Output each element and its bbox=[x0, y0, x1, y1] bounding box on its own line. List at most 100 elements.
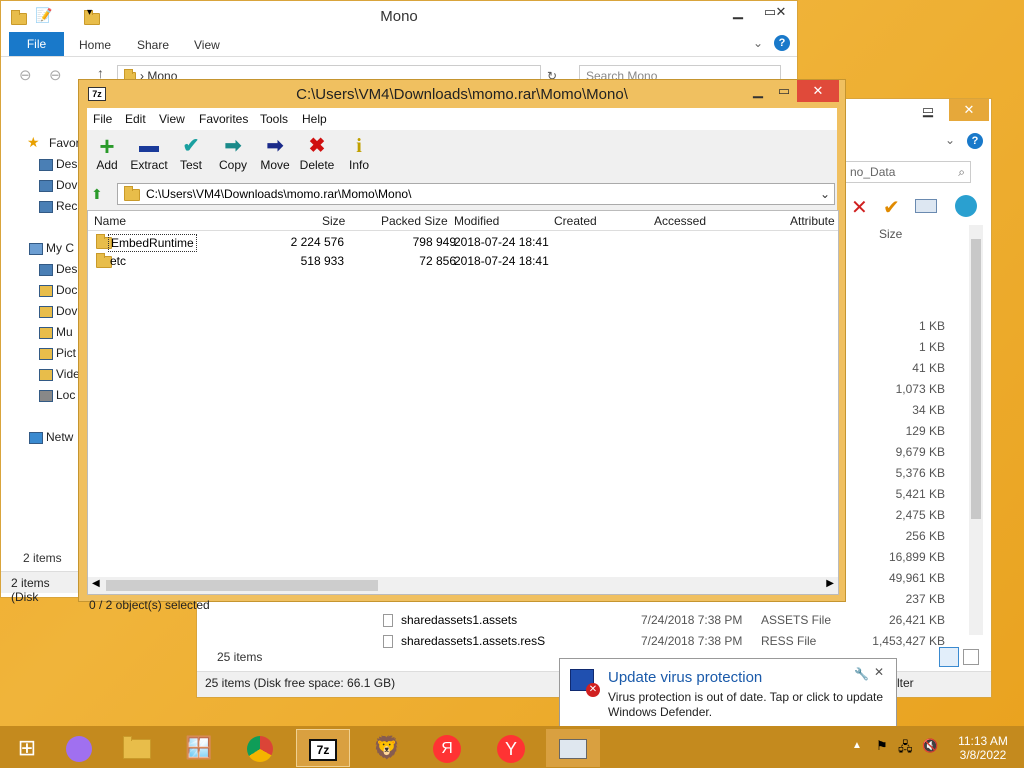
tab-share[interactable]: Share bbox=[137, 38, 169, 52]
maximize-button[interactable]: ▭ bbox=[769, 80, 799, 102]
column-header-size[interactable]: Size bbox=[322, 211, 345, 231]
windows-media-icon[interactable]: 🪟 bbox=[172, 729, 226, 767]
chevron-down-icon[interactable]: ⌄ bbox=[820, 184, 830, 204]
table-row[interactable]: sharedassets1.assets 7/24/2018 7:38 PM A… bbox=[197, 610, 991, 631]
scroll-right-icon[interactable]: ▶ bbox=[826, 578, 834, 589]
details-view-icon[interactable] bbox=[939, 647, 959, 667]
test-button[interactable]: ✔ Test bbox=[169, 134, 213, 172]
defender-notification[interactable]: ✕ Update virus protection Virus protecti… bbox=[559, 658, 897, 730]
sidebar-item-music[interactable]: Mu bbox=[39, 323, 73, 341]
brave-icon[interactable]: 🦁 bbox=[360, 729, 414, 767]
help-icon[interactable]: ? bbox=[967, 133, 983, 149]
start-button[interactable]: ⊞ bbox=[0, 729, 54, 767]
list-item[interactable]: etc 518 933 72 856 2018-07-24 18:41 bbox=[88, 252, 838, 271]
extract-label: Extract bbox=[130, 158, 168, 172]
copy-button[interactable]: ➡ Copy bbox=[211, 134, 255, 172]
horizontal-scrollbar[interactable]: ◀ ▶ bbox=[88, 577, 838, 594]
close-button[interactable]: ✕ bbox=[949, 99, 989, 121]
rename-icon[interactable] bbox=[915, 199, 937, 213]
sidebar-item-documents[interactable]: Doc bbox=[39, 281, 77, 299]
sidebar-item-desktop-2[interactable]: Des bbox=[39, 260, 77, 278]
tab-view[interactable]: View bbox=[194, 38, 220, 52]
menu-view[interactable]: View bbox=[159, 112, 185, 126]
expand-ribbon-icon[interactable]: ⌄ bbox=[753, 36, 763, 50]
sidebar-item-local-disk[interactable]: Loc bbox=[39, 386, 75, 404]
add-label: Add bbox=[96, 158, 118, 172]
expand-ribbon-icon[interactable]: ⌄ bbox=[945, 133, 955, 147]
file-date: 7/24/2018 7:38 PM bbox=[641, 613, 743, 627]
close-button[interactable]: ✕ bbox=[797, 80, 839, 102]
column-header-size[interactable]: Size bbox=[879, 227, 902, 241]
clock[interactable]: 11:13 AM 3/8/2022 bbox=[950, 734, 1016, 762]
extract-button[interactable]: ▬ Extract bbox=[127, 134, 171, 172]
copy-label: Copy bbox=[218, 158, 247, 172]
vertical-scrollbar[interactable] bbox=[969, 225, 983, 635]
menu-help[interactable]: Help bbox=[302, 112, 327, 126]
path-combobox[interactable]: C:\Users\VM4\Downloads\momo.rar\Momo\Mon… bbox=[117, 183, 835, 205]
size-cell: 237 KB bbox=[905, 592, 945, 606]
forward-icon[interactable]: ⊖ bbox=[49, 66, 62, 84]
move-button[interactable]: ➡ Move bbox=[253, 134, 297, 172]
status-text-right: lter bbox=[897, 676, 914, 690]
notification-title: Update virus protection bbox=[608, 669, 763, 686]
sidebar-item-downloads-2[interactable]: Dov bbox=[39, 302, 77, 320]
table-row[interactable]: sharedassets1.assets.resS 7/24/2018 7:38… bbox=[197, 631, 991, 652]
menu-tools[interactable]: Tools bbox=[260, 112, 288, 126]
checkmark-icon[interactable]: ✔ bbox=[883, 195, 900, 220]
chrome-icon[interactable] bbox=[233, 729, 287, 767]
settings-icon[interactable]: 🔧 bbox=[854, 667, 869, 681]
add-button[interactable]: + Add bbox=[85, 133, 129, 172]
column-header-accessed[interactable]: Accessed bbox=[654, 211, 706, 231]
menu-file[interactable]: File bbox=[93, 112, 112, 126]
clock-time: 11:13 AM bbox=[958, 734, 1008, 748]
network-tray-icon[interactable]: 🖧 bbox=[898, 738, 913, 760]
maximize-button[interactable]: ▭ bbox=[913, 99, 943, 121]
info-button[interactable]: i Info bbox=[337, 134, 381, 172]
globe-icon[interactable] bbox=[955, 195, 977, 217]
downloads-icon bbox=[39, 305, 53, 318]
volume-muted-icon[interactable]: 🔇 bbox=[922, 738, 938, 754]
column-header-packed-size[interactable]: Packed Size bbox=[381, 211, 448, 231]
column-header-attributes[interactable]: Attribute bbox=[790, 211, 835, 231]
sidebar-item-desktop[interactable]: Des bbox=[39, 155, 77, 173]
sidebar-item-recent[interactable]: Rec bbox=[39, 197, 77, 215]
tab-home[interactable]: Home bbox=[79, 38, 111, 52]
file-explorer-icon[interactable] bbox=[110, 729, 164, 767]
show-hidden-icons[interactable]: ▲ bbox=[852, 740, 862, 751]
sidebar-item-favorites[interactable]: Favor bbox=[49, 134, 80, 152]
sidebar-item-network[interactable]: Netw bbox=[29, 428, 73, 446]
scrollbar-thumb[interactable] bbox=[106, 580, 378, 591]
close-button[interactable]: ✕ bbox=[764, 1, 798, 23]
sidebar-item-my-computer[interactable]: My C bbox=[29, 239, 74, 257]
delete-button[interactable]: ✖ Delete bbox=[295, 134, 339, 172]
search-input[interactable]: no_Data ⌕ bbox=[843, 161, 971, 183]
back-icon[interactable]: ⊖ bbox=[19, 66, 32, 84]
minimize-button[interactable]: ▁ bbox=[723, 1, 753, 23]
app-window-icon[interactable] bbox=[546, 729, 600, 767]
column-header-created[interactable]: Created bbox=[554, 211, 597, 231]
column-header-name[interactable]: Name bbox=[94, 211, 126, 231]
list-item[interactable]: EmbedRuntime 2 224 576 798 949 2018-07-2… bbox=[88, 233, 838, 252]
info-icon: i bbox=[356, 135, 362, 157]
column-header-modified[interactable]: Modified bbox=[454, 211, 499, 231]
action-center-icon[interactable]: ⚑ bbox=[876, 738, 888, 754]
up-folder-icon[interactable]: ⬆ bbox=[91, 186, 103, 203]
tab-file[interactable]: File bbox=[9, 32, 64, 56]
yandex-icon[interactable]: Я bbox=[420, 729, 474, 767]
close-icon[interactable]: ✕ bbox=[874, 665, 884, 679]
sidebar-item-downloads[interactable]: Dov bbox=[39, 176, 77, 194]
alice-icon[interactable] bbox=[52, 729, 106, 767]
scroll-left-icon[interactable]: ◀ bbox=[92, 578, 100, 589]
sidebar-item-pictures[interactable]: Pict bbox=[39, 344, 76, 362]
7zip-taskbar-icon[interactable]: 7z bbox=[296, 729, 350, 767]
yandex-browser-icon[interactable]: Y bbox=[484, 729, 538, 767]
delete-icon[interactable]: ✕ bbox=[851, 195, 868, 220]
size-cell: 129 KB bbox=[905, 424, 945, 438]
list-header: Name Size Packed Size Modified Created A… bbox=[88, 211, 838, 231]
file-list[interactable]: Name Size Packed Size Modified Created A… bbox=[87, 210, 839, 595]
menu-edit[interactable]: Edit bbox=[125, 112, 146, 126]
menu-favorites[interactable]: Favorites bbox=[199, 112, 248, 126]
large-icons-view-icon[interactable] bbox=[963, 649, 979, 665]
sidebar-item-videos[interactable]: Vide bbox=[39, 365, 80, 383]
help-icon[interactable]: ? bbox=[774, 35, 790, 51]
